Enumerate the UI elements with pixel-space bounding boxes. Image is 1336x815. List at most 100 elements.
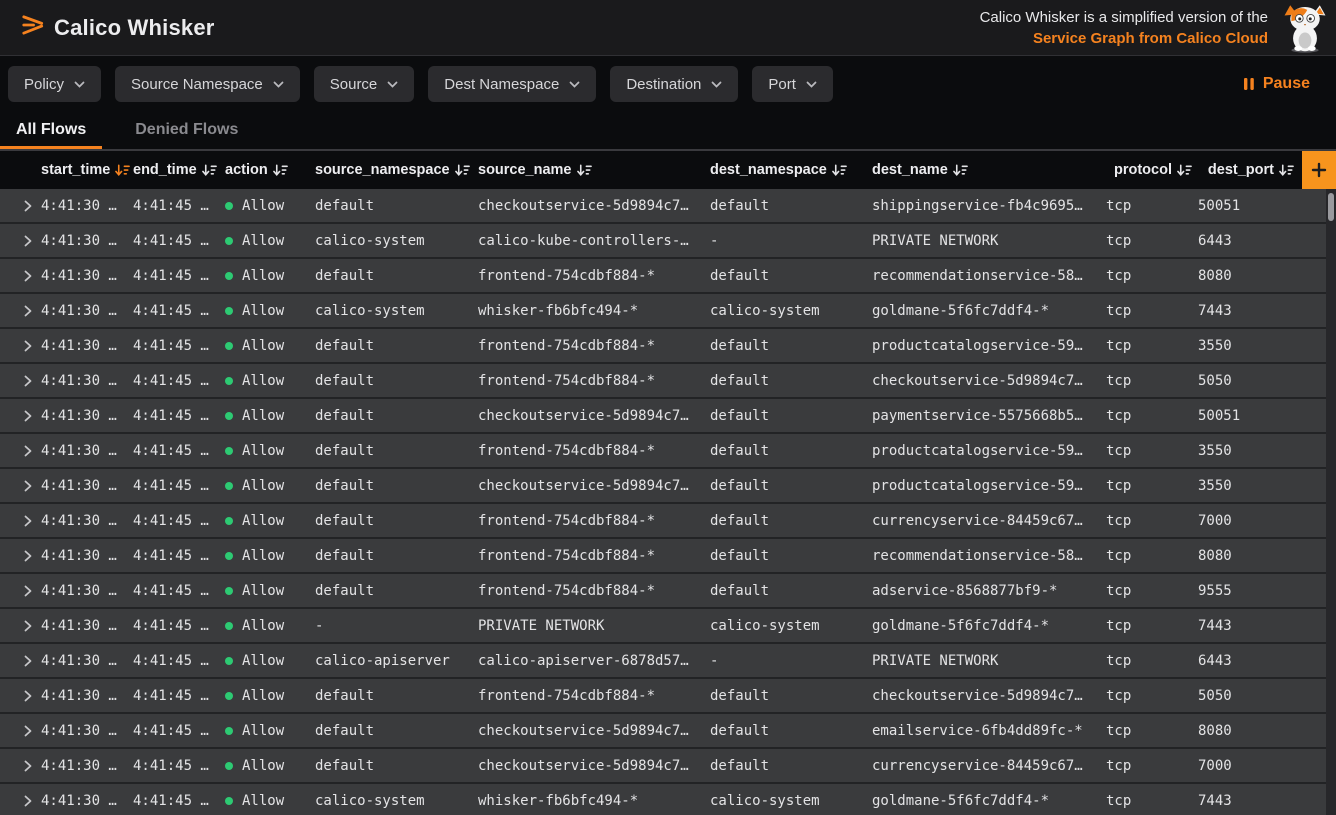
table-row[interactable]: 4:41:30 … 4:41:45 … Allow - PRIVATE NETW…: [0, 609, 1336, 644]
action-label: Allow: [242, 408, 284, 424]
column-header-action[interactable]: action: [225, 162, 315, 178]
add-column-button[interactable]: [1302, 151, 1336, 189]
expand-row-button[interactable]: [0, 235, 41, 247]
expand-row-button[interactable]: [0, 655, 41, 667]
filter-source-namespace[interactable]: Source Namespace: [115, 66, 300, 102]
tab-denied-flows[interactable]: Denied Flows: [119, 112, 254, 149]
cell-end-time: 4:41:45 …: [133, 653, 225, 669]
cell-end-time: 4:41:45 …: [133, 583, 225, 599]
filter-source[interactable]: Source: [314, 66, 415, 102]
cell-dest-port: 3550: [1198, 478, 1336, 494]
cell-dest-namespace: default: [710, 268, 872, 284]
cell-source-name: frontend-754cdbf884-*: [478, 548, 710, 564]
cell-action: Allow: [225, 198, 315, 214]
cell-source-name: checkoutservice-5d9894c7…: [478, 723, 710, 739]
allow-status-dot: [225, 517, 233, 525]
table-row[interactable]: 4:41:30 … 4:41:45 … Allow default fronte…: [0, 539, 1336, 574]
cell-start-time: 4:41:30 …: [41, 583, 133, 599]
pause-button[interactable]: Pause: [1243, 75, 1328, 93]
column-header-source-name[interactable]: source_name: [478, 162, 710, 178]
allow-status-dot: [225, 342, 233, 350]
table-row[interactable]: 4:41:30 … 4:41:45 … Allow default fronte…: [0, 434, 1336, 469]
cell-protocol: tcp: [1106, 443, 1198, 459]
expand-row-button[interactable]: [0, 620, 41, 632]
cell-dest-namespace: default: [710, 758, 872, 774]
expand-row-button[interactable]: [0, 725, 41, 737]
cell-dest-name: currencyservice-84459c67…: [872, 513, 1106, 529]
cell-dest-name: PRIVATE NETWORK: [872, 653, 1106, 669]
column-header-start-time[interactable]: start_time: [41, 162, 133, 178]
column-header-protocol[interactable]: protocol: [1106, 162, 1198, 178]
expand-row-button[interactable]: [0, 690, 41, 702]
cell-dest-namespace: default: [710, 478, 872, 494]
cell-protocol: tcp: [1106, 618, 1198, 634]
expand-row-button[interactable]: [0, 550, 41, 562]
app-title: Calico Whisker: [54, 15, 215, 41]
cell-end-time: 4:41:45 …: [133, 373, 225, 389]
cell-protocol: tcp: [1106, 513, 1198, 529]
table-row[interactable]: 4:41:30 … 4:41:45 … Allow default checko…: [0, 189, 1336, 224]
table-row[interactable]: 4:41:30 … 4:41:45 … Allow default checko…: [0, 399, 1336, 434]
table-row[interactable]: 4:41:30 … 4:41:45 … Allow default checko…: [0, 749, 1336, 784]
filter-port[interactable]: Port: [752, 66, 833, 102]
expand-row-button[interactable]: [0, 270, 41, 282]
expand-row-button[interactable]: [0, 795, 41, 807]
table-row[interactable]: 4:41:30 … 4:41:45 … Allow calico-system …: [0, 294, 1336, 329]
table-row[interactable]: 4:41:30 … 4:41:45 … Allow default fronte…: [0, 364, 1336, 399]
filter-dest-namespace[interactable]: Dest Namespace: [428, 66, 596, 102]
expand-row-button[interactable]: [0, 340, 41, 352]
table-row[interactable]: 4:41:30 … 4:41:45 … Allow default checko…: [0, 469, 1336, 504]
cell-start-time: 4:41:30 …: [41, 233, 133, 249]
expand-row-button[interactable]: [0, 760, 41, 772]
cell-dest-namespace: default: [710, 373, 872, 389]
table-row[interactable]: 4:41:30 … 4:41:45 … Allow calico-system …: [0, 784, 1336, 815]
table-row[interactable]: 4:41:30 … 4:41:45 … Allow calico-system …: [0, 224, 1336, 259]
sort-icon: [1279, 164, 1294, 177]
filter-policy[interactable]: Policy: [8, 66, 101, 102]
table-row[interactable]: 4:41:30 … 4:41:45 … Allow calico-apiserv…: [0, 644, 1336, 679]
column-header-source-namespace[interactable]: source_namespace: [315, 162, 478, 178]
cell-dest-namespace: calico-system: [710, 793, 872, 809]
tab-all-flows[interactable]: All Flows: [0, 112, 102, 149]
table-row[interactable]: 4:41:30 … 4:41:45 … Allow default fronte…: [0, 329, 1336, 364]
table-row[interactable]: 4:41:30 … 4:41:45 … Allow default fronte…: [0, 574, 1336, 609]
table-row[interactable]: 4:41:30 … 4:41:45 … Allow default fronte…: [0, 259, 1336, 294]
expand-row-button[interactable]: [0, 305, 41, 317]
column-header-end-time[interactable]: end_time: [133, 162, 225, 178]
table-header-row: start_time end_time action source_namesp…: [0, 151, 1336, 189]
action-label: Allow: [242, 198, 284, 214]
action-label: Allow: [242, 653, 284, 669]
calico-cat-mascot: [1282, 3, 1328, 53]
expand-row-button[interactable]: [0, 200, 41, 212]
expand-row-button[interactable]: [0, 515, 41, 527]
cell-action: Allow: [225, 478, 315, 494]
allow-status-dot: [225, 377, 233, 385]
cell-source-namespace: default: [315, 408, 478, 424]
chevron-right-icon: [24, 585, 32, 597]
table-row[interactable]: 4:41:30 … 4:41:45 … Allow default checko…: [0, 714, 1336, 749]
vertical-scrollbar[interactable]: [1326, 189, 1336, 815]
chevron-right-icon: [24, 760, 32, 772]
table-row[interactable]: 4:41:30 … 4:41:45 … Allow default fronte…: [0, 504, 1336, 539]
expand-row-button[interactable]: [0, 410, 41, 422]
cell-dest-port: 8080: [1198, 268, 1336, 284]
filter-destination[interactable]: Destination: [610, 66, 738, 102]
expand-row-button[interactable]: [0, 375, 41, 387]
scrollbar-thumb[interactable]: [1328, 193, 1334, 221]
cell-source-namespace: calico-system: [315, 303, 478, 319]
cell-protocol: tcp: [1106, 233, 1198, 249]
chevron-right-icon: [24, 270, 32, 282]
cell-action: Allow: [225, 723, 315, 739]
expand-row-button[interactable]: [0, 585, 41, 597]
allow-status-dot: [225, 762, 233, 770]
cell-protocol: tcp: [1106, 198, 1198, 214]
expand-row-button[interactable]: [0, 480, 41, 492]
service-graph-link[interactable]: Service Graph from Calico Cloud: [980, 28, 1268, 49]
column-header-dest-name[interactable]: dest_name: [872, 162, 1106, 178]
allow-status-dot: [225, 587, 233, 595]
column-header-dest-namespace[interactable]: dest_namespace: [710, 162, 872, 178]
cell-dest-namespace: default: [710, 548, 872, 564]
filter-policy-label: Policy: [24, 76, 64, 93]
expand-row-button[interactable]: [0, 445, 41, 457]
table-row[interactable]: 4:41:30 … 4:41:45 … Allow default fronte…: [0, 679, 1336, 714]
